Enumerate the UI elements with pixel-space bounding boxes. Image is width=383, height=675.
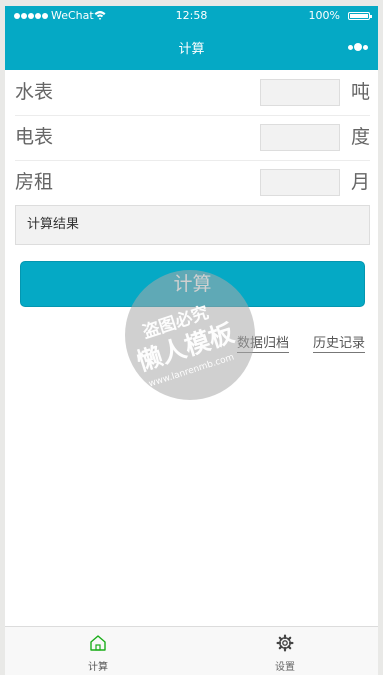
gear-icon (276, 634, 294, 652)
tab-settings[interactable]: 设置 (192, 627, 378, 675)
battery-icon (348, 12, 372, 20)
result-box: 计算结果 (15, 205, 370, 245)
water-meter-label: 水表 (15, 81, 54, 103)
battery-percent: 100% (308, 9, 340, 22)
page-title: 计算 (178, 42, 205, 57)
tab-settings-label: 设置 (275, 662, 295, 673)
rent-input[interactable] (260, 169, 340, 196)
electric-meter-row: 电表 度 (15, 115, 370, 161)
electric-meter-input[interactable] (260, 124, 340, 151)
rent-label: 房租 (15, 171, 54, 193)
water-meter-input[interactable] (260, 79, 340, 106)
rent-unit: 月 (351, 171, 371, 193)
more-icon[interactable] (348, 43, 368, 51)
water-meter-row: 水表 吨 (15, 70, 370, 116)
app-header: WeChat 12:58 100% 计算 (5, 6, 378, 70)
history-link[interactable]: 历史记录 (313, 336, 366, 353)
home-icon (90, 635, 106, 651)
watermark-url-text: www.lanrenmb.com (147, 352, 236, 390)
phone-screen: WeChat 12:58 100% 计算 水表 吨 电表 度 房租 月 计算结果… (5, 6, 378, 675)
tab-bar: 计算 设置 (5, 626, 378, 675)
electric-meter-unit: 度 (351, 126, 371, 148)
watermark-main-text: 懒人模板 (133, 318, 238, 377)
rent-row: 房租 月 (15, 160, 370, 205)
tab-calculate[interactable]: 计算 (5, 627, 191, 675)
status-bar: WeChat 12:58 100% (5, 6, 378, 26)
result-label: 计算结果 (27, 217, 80, 232)
water-meter-unit: 吨 (351, 81, 371, 103)
tab-calculate-label: 计算 (88, 662, 108, 673)
electric-meter-label: 电表 (15, 126, 54, 148)
calculate-button[interactable]: 计算 (20, 261, 365, 307)
archive-link[interactable]: 数据归档 (237, 336, 290, 353)
